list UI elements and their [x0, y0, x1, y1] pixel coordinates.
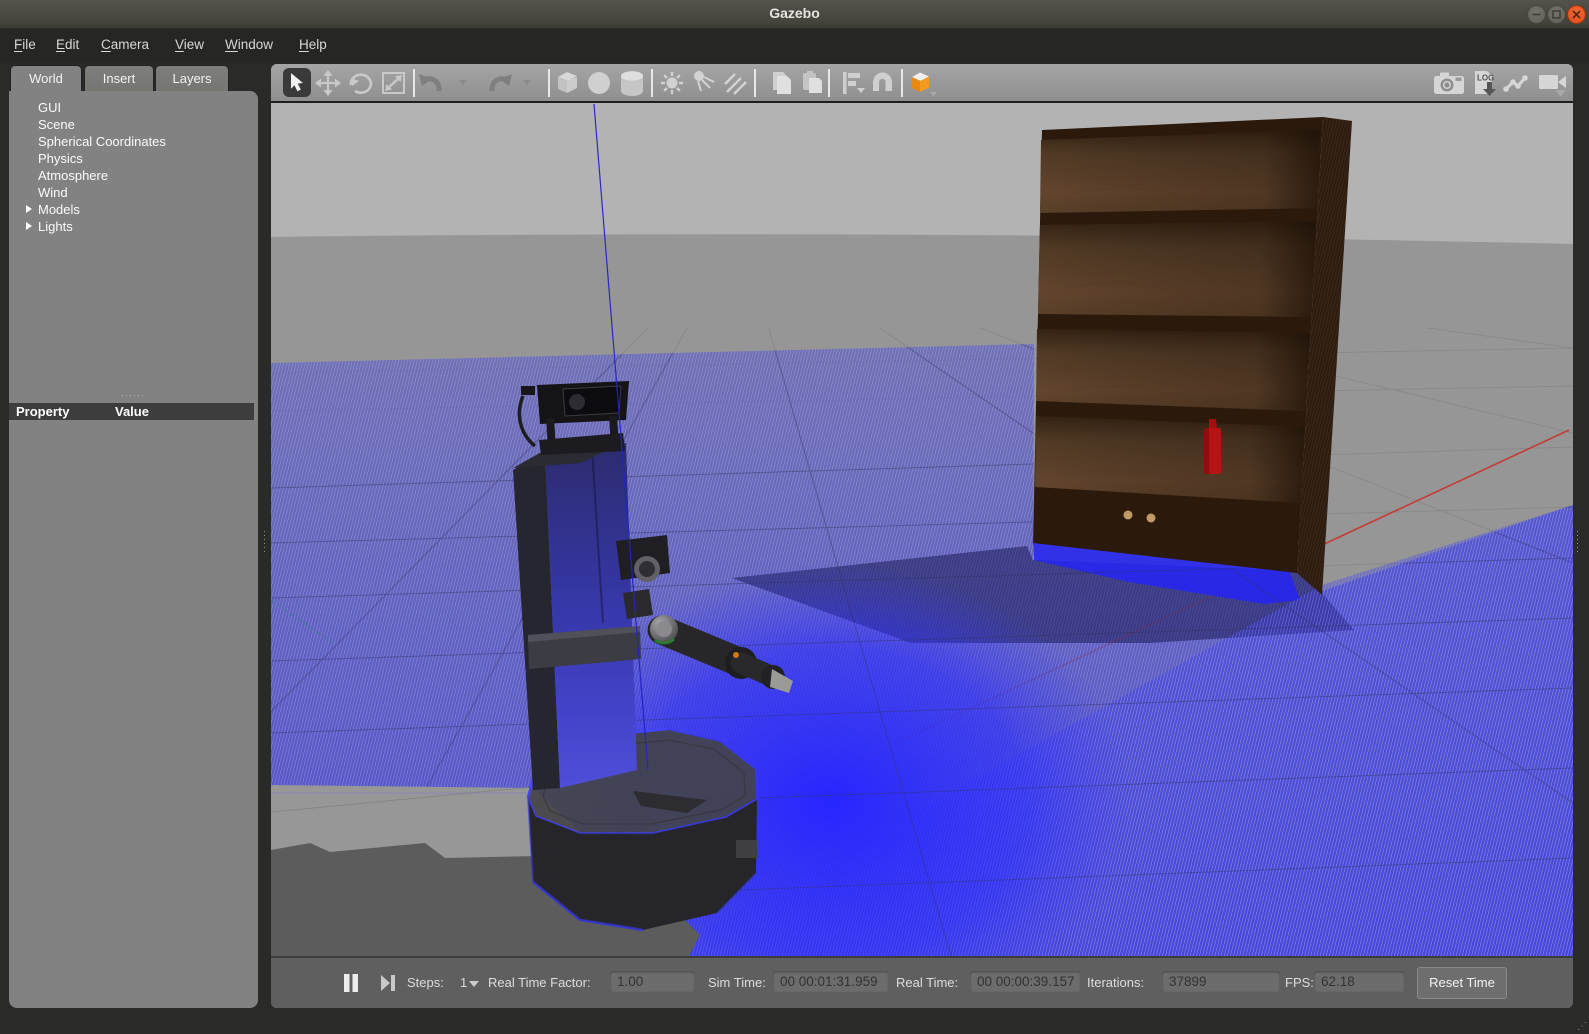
svg-text:LOG: LOG	[1477, 74, 1494, 83]
